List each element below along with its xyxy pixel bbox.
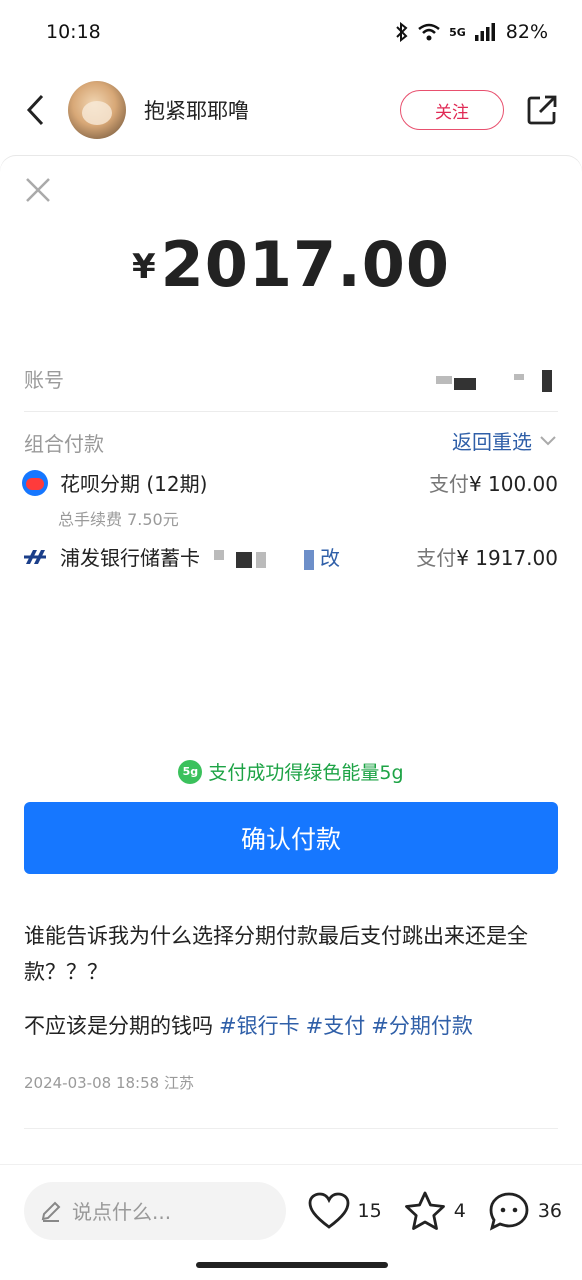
collect-button[interactable]: 4 (404, 1191, 466, 1231)
status-icons: 5G (395, 22, 496, 42)
method-amount: 支付¥ 100.00 (429, 468, 558, 497)
payment-sheet: ¥2017.00 账号 组合付款 返回重选 花呗分期 (12期) 支付¥ 100… (0, 156, 582, 896)
comment-input[interactable]: 说点什么... (24, 1181, 286, 1240)
masked-account (514, 374, 524, 380)
share-icon[interactable] (522, 90, 562, 130)
reselect-label: 返回重选 (452, 430, 532, 454)
payment-method-huabei: 花呗分期 (12期) 支付¥ 100.00 (22, 468, 558, 497)
amount-value: 2017.00 (160, 228, 451, 301)
masked-account (454, 378, 476, 390)
masked-card (304, 550, 314, 570)
comment-icon (489, 1192, 529, 1231)
divider (24, 411, 558, 412)
status-right: 5G 82% (395, 21, 548, 43)
collect-count: 4 (453, 1199, 466, 1222)
pay-value: ¥ 100.00 (468, 472, 558, 496)
pay-label: 支付 (428, 472, 469, 496)
huabei-icon (22, 469, 48, 496)
heart-icon (308, 1192, 349, 1229)
bottom-action-bar: 说点什么... 15 4 36 (0, 1164, 582, 1256)
confirm-payment-button: 确认付款 (24, 802, 558, 874)
post-header: 抱紧耶耶噜 关注 (0, 64, 582, 156)
pay-value: ¥ 1917.00 (456, 546, 558, 570)
currency-symbol: ¥ (131, 247, 157, 287)
reselect-link: 返回重选 (452, 426, 556, 455)
follow-button[interactable]: 关注 (400, 90, 504, 130)
installment-fee: 总手续费 7.50元 (58, 510, 179, 529)
signal-icon (474, 23, 495, 41)
post-text-2: 不应该是分期的钱吗 #银行卡 #支付 #分期付款 (24, 1008, 572, 1044)
method-name: 花呗分期 (12期) (60, 472, 208, 496)
combo-payment-label: 组合付款 (24, 432, 104, 456)
payment-method-spdb: 浦发银行储蓄卡 支付¥ 1917.00 (22, 542, 558, 571)
masked-card (256, 552, 266, 568)
home-indicator (196, 1262, 388, 1268)
masked-account (436, 376, 452, 384)
star-icon (404, 1191, 445, 1230)
tag-link[interactable]: #银行卡 (219, 1014, 300, 1038)
method-name: 浦发银行储蓄卡 (60, 546, 200, 570)
change-card-link: 改 (320, 546, 340, 570)
bluetooth-icon (396, 22, 408, 42)
payment-amount: ¥2017.00 (0, 228, 582, 301)
chevron-down-icon (540, 435, 556, 445)
avatar[interactable] (68, 81, 126, 139)
status-time: 10:18 (46, 21, 101, 43)
like-button[interactable]: 15 (308, 1192, 382, 1230)
comment-count: 36 (537, 1199, 562, 1222)
masked-card (236, 552, 252, 568)
divider (24, 1128, 558, 1129)
battery-level: 82% (505, 21, 548, 43)
post-text: 谁能告诉我为什么选择分期付款最后支付跳出来还是全款？？？ (24, 924, 528, 984)
wifi-icon (418, 23, 440, 41)
close-icon (26, 178, 50, 202)
pencil-icon (41, 1201, 61, 1222)
spdb-bank-icon (24, 549, 46, 564)
comment-button[interactable]: 36 (488, 1191, 562, 1231)
comment-placeholder: 说点什么... (72, 1200, 172, 1224)
post-meta: 2024-03-08 18:58 江苏 (24, 1072, 194, 1093)
tag-link[interactable]: #支付 (306, 1014, 366, 1038)
method-amount: 支付¥ 1917.00 (416, 542, 558, 571)
masked-account (542, 370, 552, 392)
energy-text: 支付成功得绿色能量5g (208, 762, 404, 784)
masked-card (214, 550, 224, 560)
pay-label: 支付 (416, 546, 457, 570)
post-text-line: 不应该是分期的钱吗 (24, 1014, 213, 1038)
username[interactable]: 抱紧耶耶噜 (144, 95, 400, 125)
tag-link[interactable]: #分期付款 (371, 1014, 473, 1038)
like-count: 15 (357, 1199, 382, 1222)
network-label: 5G (449, 25, 466, 39)
post-location: 江苏 (163, 1074, 194, 1092)
back-icon[interactable] (20, 90, 50, 130)
account-label: 账号 (24, 368, 64, 392)
green-energy-notice: 5g 支付成功得绿色能量5g (0, 758, 582, 785)
energy-icon: 5g (178, 759, 203, 784)
post-date: 2024-03-08 18:58 (24, 1074, 160, 1092)
status-bar: 10:18 5G 82% (0, 0, 582, 64)
